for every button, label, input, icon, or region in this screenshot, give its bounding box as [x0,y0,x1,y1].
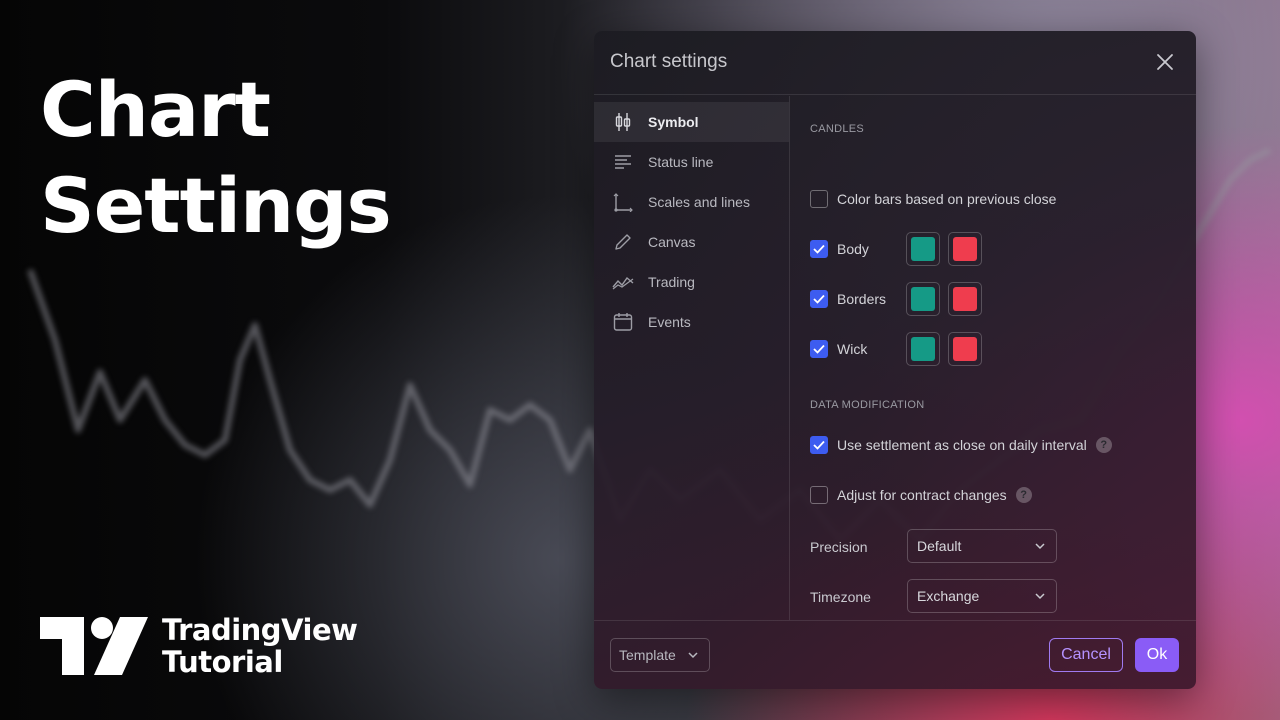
chevron-down-icon [688,652,698,659]
chevron-down-icon [1035,543,1045,550]
ok-button[interactable]: Ok [1135,638,1179,672]
checkmark-icon [813,294,825,304]
precision-select[interactable]: Default [907,529,1057,563]
body-up-color-swatch[interactable] [906,232,940,266]
template-dropdown[interactable]: Template [610,638,710,672]
up-color-fill [911,337,935,361]
wick-down-color-swatch[interactable] [948,332,982,366]
precision-label: Precision [810,539,868,555]
borders-label: Borders [837,291,887,307]
calendar-icon [612,311,634,333]
brand-line1: TradingView [162,613,358,647]
tradingview-logo-icon [40,617,148,675]
data-modification-section-label: DATA MODIFICATION [810,399,925,411]
settings-content: CANDLES Color bars based on previous clo… [810,96,1196,620]
timezone-select[interactable]: Exchange [907,579,1057,613]
checkmark-icon [813,344,825,354]
contract-changes-row: Adjust for contract changes ? [810,486,1032,504]
hero-title-line2: Settings [40,161,392,250]
sidebar-item-label: Scales and lines [648,194,750,210]
candles-icon [612,111,634,133]
sidebar-item-label: Status line [648,154,714,170]
candles-section-label: CANDLES [810,123,865,135]
contract-changes-checkbox[interactable] [810,486,828,504]
color-bars-label: Color bars based on previous close [837,191,1057,207]
down-color-fill [953,287,977,311]
dialog-footer: Template Cancel Ok [594,620,1196,689]
down-color-fill [953,237,977,261]
sidebar-item-trading[interactable]: Trading [594,262,789,302]
wick-label: Wick [837,341,868,357]
template-label: Template [619,647,676,663]
hero-title: Chart Settings [40,62,392,254]
close-button[interactable] [1154,51,1176,73]
settlement-checkbox[interactable] [810,436,828,454]
sidebar-item-label: Events [648,314,691,330]
up-color-fill [911,237,935,261]
trading-icon [612,271,634,293]
timezone-label: Timezone [810,589,871,605]
dialog-title: Chart settings [610,51,728,72]
body-checkbox[interactable] [810,240,828,258]
wick-row: Wick [810,340,867,358]
wick-checkbox[interactable] [810,340,828,358]
checkmark-icon [813,244,825,254]
borders-up-color-swatch[interactable] [906,282,940,316]
borders-row: Borders [810,290,886,308]
dialog-header: Chart settings [594,31,1196,95]
help-icon[interactable]: ? [1095,437,1112,453]
brand-line2: Tutorial [162,645,283,679]
body-row: Body [810,240,869,258]
borders-down-color-swatch[interactable] [948,282,982,316]
status-line-icon [612,151,634,173]
cancel-button[interactable]: Cancel [1049,638,1123,672]
down-color-fill [953,337,977,361]
color-bars-row: Color bars based on previous close [810,190,1056,208]
sidebar-item-canvas[interactable]: Canvas [594,222,789,262]
sidebar-item-scales-and-lines[interactable]: Scales and lines [594,182,789,222]
chart-settings-dialog: Chart settings Symbol Status line Scales… [594,31,1196,689]
checkmark-icon [813,440,825,450]
settlement-label: Use settlement as close on daily interva… [837,437,1087,453]
pencil-icon [612,231,634,253]
help-icon[interactable]: ? [1015,487,1032,503]
scales-icon [612,191,634,213]
sidebar-item-label: Trading [648,274,695,290]
body-label: Body [837,241,869,257]
body-down-color-swatch[interactable] [948,232,982,266]
hero-title-line1: Chart [40,65,271,154]
contract-changes-label: Adjust for contract changes [837,487,1007,503]
color-bars-checkbox[interactable] [810,190,828,208]
brand-text: TradingView Tutorial [162,613,358,679]
timezone-value: Exchange [917,588,980,604]
sidebar-item-label: Symbol [648,114,699,130]
up-color-fill [911,287,935,311]
sidebar-item-symbol[interactable]: Symbol [594,102,789,142]
close-icon [1157,54,1173,70]
sidebar-item-events[interactable]: Events [594,302,789,342]
tradingview-brand: TradingView Tutorial [40,613,358,679]
sidebar-item-status-line[interactable]: Status line [594,142,789,182]
precision-value: Default [917,538,962,554]
wick-up-color-swatch[interactable] [906,332,940,366]
settlement-row: Use settlement as close on daily interva… [810,436,1112,454]
chevron-down-icon [1035,593,1045,600]
settings-sidebar: Symbol Status line Scales and lines Canv… [594,96,790,620]
borders-checkbox[interactable] [810,290,828,308]
sidebar-item-label: Canvas [648,234,696,250]
